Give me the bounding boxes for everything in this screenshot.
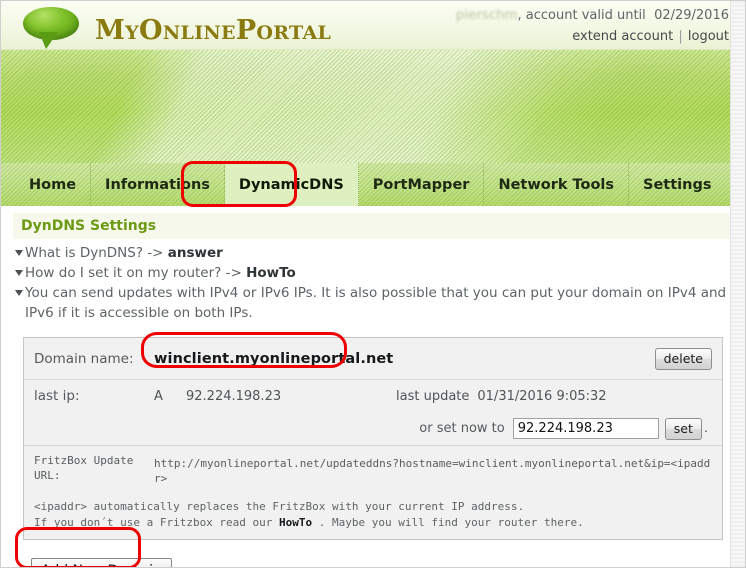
triangle-bullet-icon (15, 290, 23, 296)
logout-link[interactable]: logout (688, 29, 729, 44)
info-text: You can send updates with IPv4 or IPv6 I… (25, 285, 727, 321)
tab-dynamicdns-label: DynamicDNS (238, 176, 344, 193)
domain-name-value: winclient.myonlineportal.net (154, 350, 394, 367)
tab-home-label: Home (29, 176, 77, 193)
set-ip-input[interactable] (512, 418, 659, 439)
info-list: What is DynDNS? -> answer How do I set i… (13, 243, 733, 323)
tab-settings-label: Settings (643, 176, 712, 193)
last-ip-row: last ip: A 92.224.198.23 last update 01/… (24, 380, 722, 412)
delete-domain-button[interactable]: delete (654, 347, 712, 370)
triangle-bullet-icon (15, 270, 23, 276)
brand-title: MyOnlinePortal (95, 15, 332, 46)
fritzbox-url-label: FritzBox Update URL: (34, 454, 134, 482)
tab-informations-label: Informations (105, 176, 210, 193)
tab-network-tools-label: Network Tools (498, 176, 615, 193)
account-link-separator: | (678, 29, 683, 44)
last-ip-label: last ip: (34, 388, 80, 404)
domain-panel: Domain name: winclient.myonlineportal.ne… (23, 337, 723, 540)
account-info: pierschm, account valid until 02/29/2016… (456, 6, 729, 46)
last-update-label: last update (396, 388, 470, 404)
account-validity-line: pierschm, account valid until 02/29/2016 (456, 6, 729, 25)
set-ip-row: or set now to set . (24, 412, 722, 446)
tab-portmapper-label: PortMapper (372, 176, 470, 193)
domain-name-label: Domain name: (34, 350, 134, 367)
page-root: MyOnlinePortal pierschm, account valid u… (0, 0, 746, 568)
fritzbox-url-value: http://myonlineportal.net/updateddns?hos… (154, 457, 711, 485)
info-item-ipv4-ipv6: You can send updates with IPv4 or IPv6 I… (13, 283, 733, 323)
howto-link[interactable]: HowTo (246, 265, 296, 281)
tab-network-tools[interactable]: Network Tools (484, 163, 630, 206)
speech-bubble-tail-icon (39, 32, 58, 49)
set-now-label: or set now to (419, 421, 505, 436)
info-item-what-is-dyndns: What is DynDNS? -> answer (13, 243, 733, 263)
vertical-scrollbar[interactable] (730, 1, 745, 567)
answer-link[interactable]: answer (168, 245, 223, 261)
section-title: DynDNS Settings (13, 213, 733, 239)
record-type-value: A (154, 388, 163, 404)
main-content: DynDNS Settings What is DynDNS? -> answe… (1, 213, 745, 567)
info-item-router-howto: How do I set it on my router? -> HowTo (13, 263, 733, 283)
account-username: pierschm (455, 8, 518, 23)
tab-portmapper[interactable]: PortMapper (359, 163, 485, 206)
note-line-1: <ipaddr> automatically replaces the Frit… (34, 500, 525, 513)
account-actions: extend account | logout (456, 27, 729, 46)
note-line-2: If you don´t use a Fritzbox read our How… (34, 515, 712, 531)
extend-account-link[interactable]: extend account (572, 29, 673, 44)
fritzbox-url-row: FritzBox Update URL: http://myonlineport… (24, 446, 722, 493)
tab-informations[interactable]: Informations (91, 163, 225, 206)
last-update-value: 01/31/2016 9:05:32 (477, 388, 607, 404)
add-domain-wrap: Add New Domain (31, 558, 172, 567)
info-text: How do I set it on my router? -> (25, 265, 247, 281)
info-text: What is DynDNS? -> (25, 245, 168, 261)
main-navigation: Home Informations DynamicDNS PortMapper … (1, 163, 745, 207)
tab-dynamicdns[interactable]: DynamicDNS (224, 163, 359, 206)
note-line-2-pre: If you don´t use a Fritzbox read our (34, 516, 280, 529)
domain-name-row: Domain name: winclient.myonlineportal.ne… (24, 338, 722, 380)
hero-banner (1, 50, 745, 163)
last-ip-value: 92.224.198.23 (186, 388, 282, 404)
trailing-dot: . (703, 421, 708, 436)
account-valid-date: 02/29/2016 (654, 8, 729, 23)
triangle-bullet-icon (15, 250, 23, 256)
tab-settings[interactable]: Settings (629, 163, 725, 206)
set-ip-button[interactable]: set (664, 417, 702, 440)
fritzbox-note: <ipaddr> automatically replaces the Frit… (24, 493, 722, 539)
logo (23, 5, 85, 49)
note-line-2-post: . Maybe you will find your router there. (312, 516, 584, 529)
tab-home[interactable]: Home (15, 163, 92, 206)
header-bar: MyOnlinePortal pierschm, account valid u… (1, 1, 745, 50)
account-valid-text: , account valid until (517, 8, 646, 23)
note-howto-link[interactable]: HowTo (279, 516, 312, 529)
add-new-domain-button[interactable]: Add New Domain (31, 558, 172, 567)
